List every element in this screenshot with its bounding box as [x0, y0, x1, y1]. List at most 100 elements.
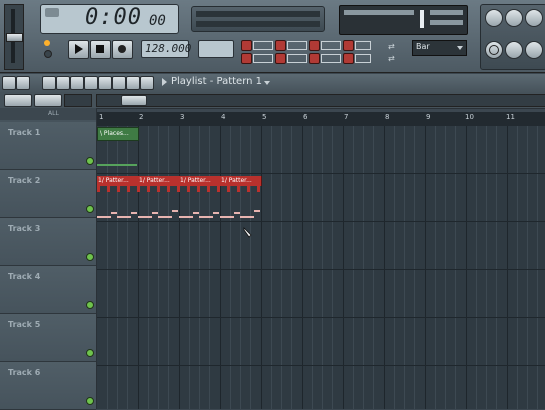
- bar-number: 2: [139, 113, 144, 121]
- slice-tool-button[interactable]: [98, 76, 112, 90]
- track-enable-led[interactable]: [86, 253, 94, 261]
- tool-button[interactable]: [241, 40, 252, 51]
- track-header-5[interactable]: Track 5: [0, 314, 96, 362]
- audio-clip[interactable]: \ Places...: [97, 127, 139, 141]
- playlist-shortcut-button[interactable]: [485, 9, 503, 27]
- track-header-4[interactable]: Track 4: [0, 266, 96, 314]
- mixer-shortcut-button[interactable]: [525, 41, 543, 59]
- horizontal-scrollbar[interactable]: [96, 94, 545, 107]
- pencil-tool-button[interactable]: [42, 76, 56, 90]
- chevron-down-icon[interactable]: [264, 81, 270, 85]
- track-list: ALL Track 1 Track 2 Track 3 Track 4 Trac…: [0, 108, 97, 410]
- track-enable-led[interactable]: [86, 157, 94, 165]
- tool-button[interactable]: [309, 40, 320, 51]
- clip-label: 1/ Patter...: [221, 177, 252, 184]
- browser-toggle-button[interactable]: [4, 94, 32, 107]
- tool-button[interactable]: [241, 53, 252, 64]
- mode-song-led[interactable]: [44, 50, 52, 58]
- menu-button[interactable]: [2, 76, 16, 90]
- playback-tool-button[interactable]: [140, 76, 154, 90]
- track-header-3[interactable]: Track 3: [0, 218, 96, 266]
- mode-pat-led[interactable]: [44, 40, 50, 46]
- pattern-clip[interactable]: 1/ Patter...: [97, 176, 139, 186]
- bar-number: 7: [344, 113, 349, 121]
- bar-number: 4: [221, 113, 226, 121]
- chevron-down-icon: [457, 46, 463, 50]
- track-enable-led[interactable]: [86, 397, 94, 405]
- slider-knob[interactable]: [6, 33, 23, 42]
- playlist-arrow-icon: [162, 78, 167, 86]
- snap-value: Bar: [416, 42, 430, 51]
- stop-icon: [96, 45, 104, 53]
- tool-button[interactable]: [343, 53, 354, 64]
- tool-icon: [253, 41, 273, 50]
- tempo-display[interactable]: 128.000: [141, 40, 191, 58]
- track-enable-led[interactable]: [86, 205, 94, 213]
- pianoroll-shortcut-button[interactable]: [525, 9, 543, 27]
- track-enable-led[interactable]: [86, 349, 94, 357]
- record-button[interactable]: [112, 40, 133, 59]
- bar-number: 6: [303, 113, 308, 121]
- select-tool-button[interactable]: [112, 76, 126, 90]
- playlist-title[interactable]: Playlist - Pattern 1: [171, 76, 262, 87]
- playlist-grid[interactable]: \ Places... 1/ Patter... 1/ Patter... 1/…: [97, 126, 545, 409]
- track-label: Track 1: [8, 128, 41, 137]
- clip-label: 1/ Patter...: [98, 177, 129, 184]
- tool-icon: [355, 41, 371, 50]
- delete-tool-button[interactable]: [70, 76, 84, 90]
- snap-selector[interactable]: Bar: [412, 40, 467, 56]
- stop-button[interactable]: [90, 40, 111, 59]
- playlist-titlebar[interactable]: Playlist - Pattern 1: [0, 74, 545, 93]
- snap-tab-button[interactable]: [64, 94, 92, 107]
- play-button[interactable]: [68, 40, 89, 59]
- bar-number: 5: [262, 113, 267, 121]
- browser-shortcut-button[interactable]: [505, 41, 523, 59]
- track-header-1[interactable]: Track 1: [0, 122, 96, 170]
- transport-bar: 0:00 00 128.000 Bar ⇄ ⇄: [0, 0, 545, 73]
- window-button-group: [2, 76, 154, 90]
- filter-label[interactable]: ALL: [48, 110, 59, 117]
- pattern-selector[interactable]: [198, 40, 234, 58]
- timeline-ruler[interactable]: 1 2 3 4 5 6 7 8 9 10 11: [97, 112, 545, 127]
- pattern-clip[interactable]: 1/ Patter...: [220, 176, 262, 186]
- master-volume-slider[interactable]: [4, 4, 24, 70]
- time-value: 0:00: [85, 5, 142, 30]
- track-enable-led[interactable]: [86, 301, 94, 309]
- tool-icon: [321, 54, 341, 63]
- record-icon: [118, 45, 126, 53]
- audio-clip-body[interactable]: [97, 164, 137, 166]
- tool-icon: [253, 54, 273, 63]
- bar-number: 10: [465, 113, 474, 121]
- tool-icon: [321, 41, 341, 50]
- bar-number: 1: [99, 113, 104, 121]
- tool-button[interactable]: [343, 40, 354, 51]
- paint-tool-button[interactable]: [56, 76, 70, 90]
- clip-label: 1/ Patter...: [180, 177, 211, 184]
- song-position-panel[interactable]: [191, 6, 325, 32]
- scrollbar-thumb[interactable]: [121, 95, 147, 106]
- tool-button[interactable]: [275, 53, 286, 64]
- play-icon: [75, 44, 83, 54]
- stepseq-shortcut-button[interactable]: [505, 9, 523, 27]
- track-label: Track 2: [8, 176, 41, 185]
- tool-button[interactable]: [16, 76, 30, 90]
- tool-button-grid: [241, 40, 373, 66]
- window-shortcuts: [480, 4, 545, 70]
- tool-button[interactable]: [309, 53, 320, 64]
- arrow-icon: ⇄: [388, 42, 395, 51]
- playlist-toolbar: [0, 92, 545, 109]
- time-display: 0:00 00: [40, 4, 179, 34]
- track-header-6[interactable]: Track 6: [0, 362, 96, 410]
- track-label: Track 4: [8, 272, 41, 281]
- pattern-clip[interactable]: 1/ Patter...: [138, 176, 180, 186]
- pencil-cursor-icon: [243, 224, 253, 238]
- tool-button[interactable]: [275, 40, 286, 51]
- pattern-tab-button[interactable]: [34, 94, 62, 107]
- clip-label: 1/ Patter...: [139, 177, 170, 184]
- power-button[interactable]: [485, 41, 503, 59]
- time-icon: [45, 8, 59, 17]
- pattern-clip[interactable]: 1/ Patter...: [179, 176, 221, 186]
- track-header-2[interactable]: Track 2: [0, 170, 96, 218]
- mute-tool-button[interactable]: [84, 76, 98, 90]
- zoom-tool-button[interactable]: [126, 76, 140, 90]
